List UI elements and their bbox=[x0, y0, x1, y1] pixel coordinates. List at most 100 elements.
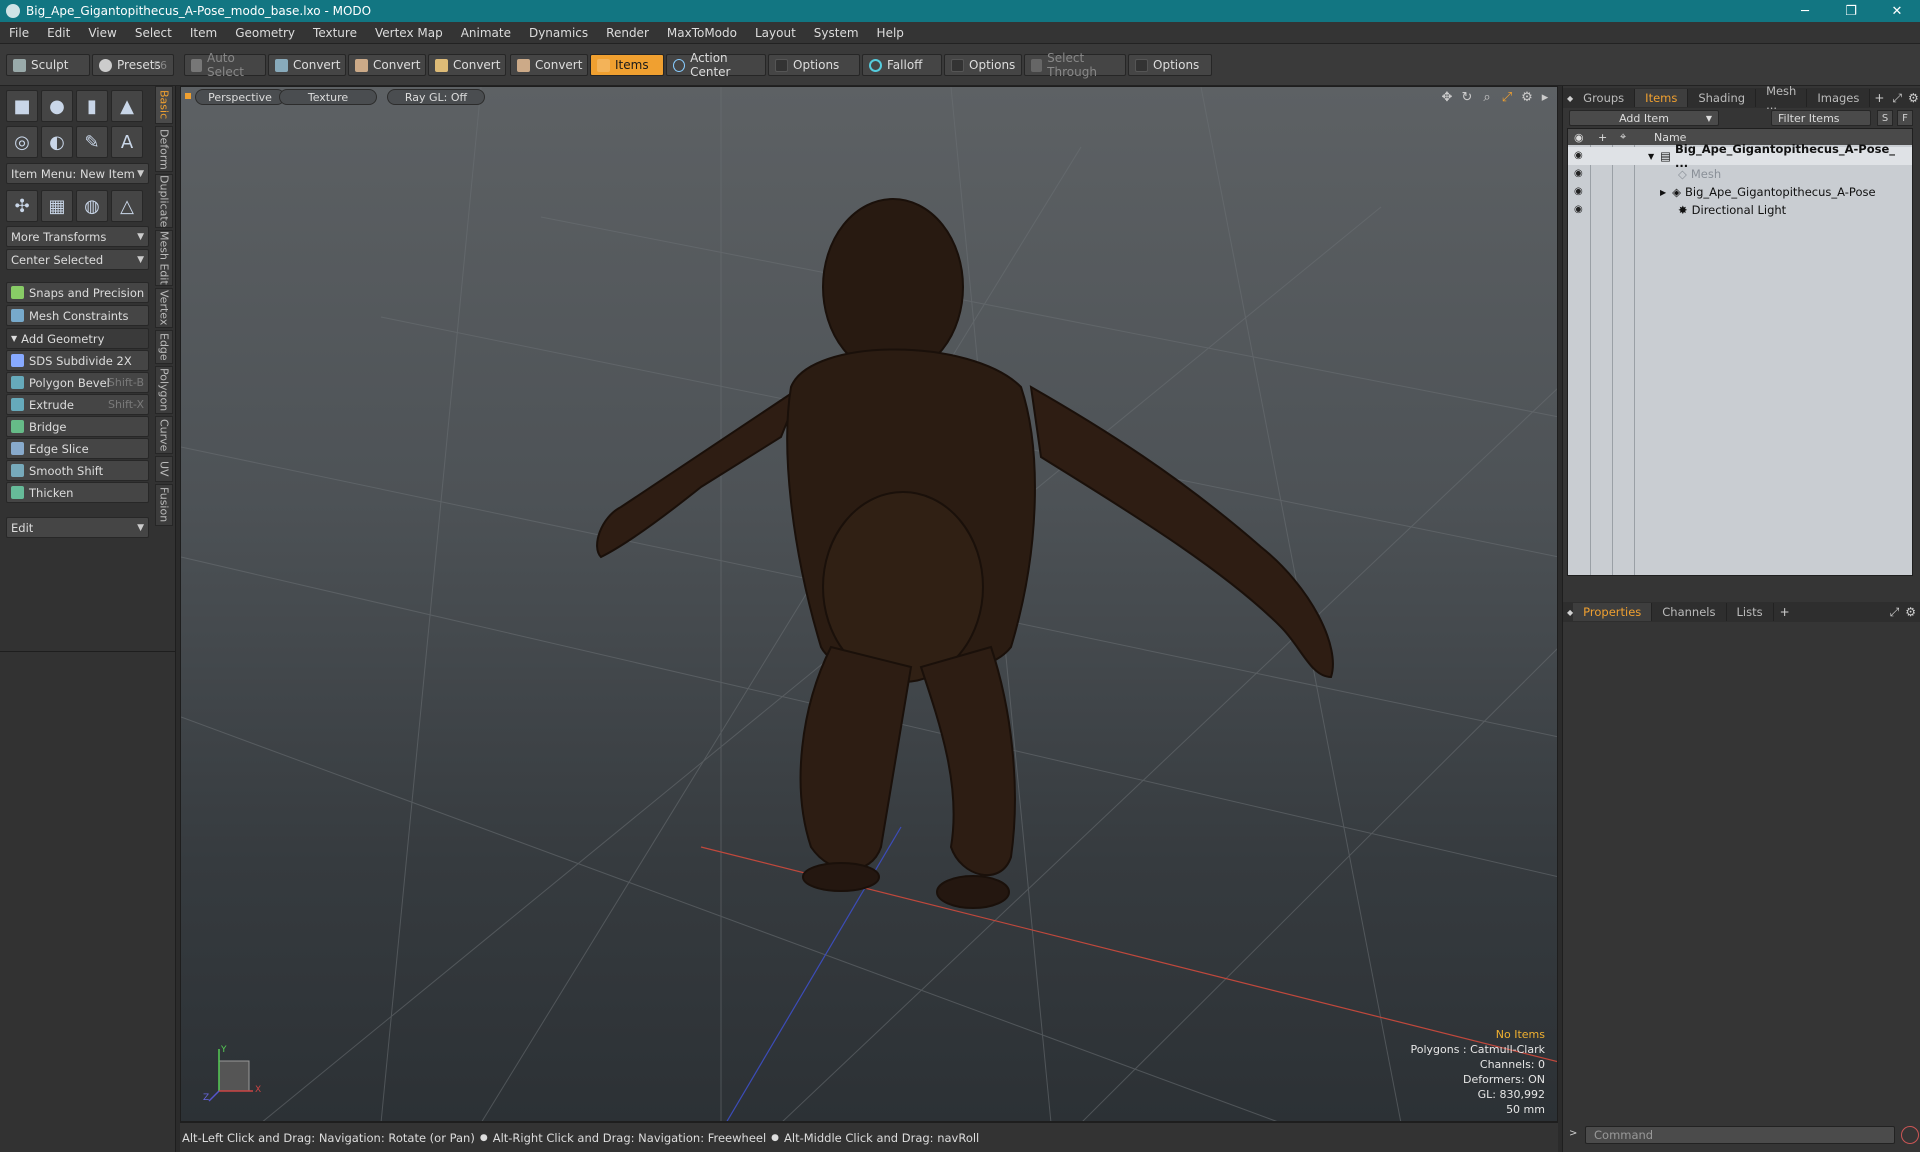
falloff-button[interactable]: Falloff bbox=[862, 54, 942, 76]
item-menu-dropdown[interactable]: Item Menu: New Item ▼ bbox=[6, 163, 149, 184]
thicken-button[interactable]: Thicken bbox=[6, 482, 149, 503]
tab-mesh[interactable]: Mesh ... bbox=[1756, 84, 1808, 112]
list-item[interactable]: ◉ ◇ Mesh bbox=[1568, 165, 1912, 183]
tab-lists[interactable]: Lists bbox=[1727, 603, 1774, 621]
list-item[interactable]: ◉ ✸ Directional Light bbox=[1568, 201, 1912, 219]
menu-maxtomodo[interactable]: MaxToModo bbox=[658, 22, 746, 44]
menu-edit[interactable]: Edit bbox=[38, 22, 79, 44]
options-button-2[interactable]: Options bbox=[944, 54, 1022, 76]
viewport-menu-icon[interactable] bbox=[185, 93, 191, 99]
perspective-tab[interactable]: Perspective bbox=[195, 89, 285, 105]
command-chevron-icon[interactable]: > bbox=[1569, 1128, 1577, 1139]
items-mode-button[interactable]: Items bbox=[590, 54, 664, 76]
tab-vertex[interactable]: Vertex bbox=[155, 288, 173, 328]
convert-button-2[interactable]: Convert bbox=[348, 54, 426, 76]
filter-f-button[interactable]: F bbox=[1897, 110, 1913, 126]
add-geometry-header[interactable]: ▼ Add Geometry bbox=[6, 328, 149, 349]
tab-uv[interactable]: UV bbox=[155, 456, 173, 482]
close-button[interactable]: ✕ bbox=[1874, 0, 1920, 22]
fit-icon[interactable]: ⤢ bbox=[1499, 89, 1515, 105]
texture-tab[interactable]: Texture bbox=[279, 89, 377, 105]
gear-icon[interactable]: ⚙ bbox=[1908, 91, 1919, 105]
text-icon[interactable]: A bbox=[111, 126, 143, 158]
minimize-button[interactable]: ─ bbox=[1782, 0, 1828, 22]
polygon-bevel-button[interactable]: Polygon Bevel Shift-B bbox=[6, 372, 149, 393]
chevron-right-icon[interactable]: ▸ bbox=[1537, 89, 1553, 105]
snaps-precision-button[interactable]: Snaps and Precision bbox=[6, 282, 149, 303]
select-through-button[interactable]: Select Through bbox=[1024, 51, 1126, 79]
convert-button-1[interactable]: Convert bbox=[268, 54, 346, 76]
edit-dropdown[interactable]: Edit ▼ bbox=[6, 517, 149, 538]
options-button-1[interactable]: Options bbox=[768, 54, 860, 76]
globe-icon[interactable]: ◍ bbox=[76, 190, 108, 222]
transform-icon[interactable]: ✣ bbox=[6, 190, 38, 222]
tab-polygon[interactable]: Polygon bbox=[155, 366, 173, 414]
filter-items-input[interactable]: Filter Items bbox=[1771, 110, 1871, 126]
list-item[interactable]: ◉ ▼ ▤ Big_Ape_Gigantopithecus_A-Pose_ ... bbox=[1568, 142, 1912, 170]
lock-icon[interactable]: + bbox=[1598, 131, 1607, 144]
menu-animate[interactable]: Animate bbox=[452, 22, 520, 44]
pyramid-icon[interactable]: △ bbox=[111, 190, 143, 222]
tab-properties[interactable]: Properties bbox=[1573, 603, 1653, 621]
more-transforms-dropdown[interactable]: More Transforms ▼ bbox=[6, 226, 149, 247]
maximize-button[interactable]: ❐ bbox=[1828, 0, 1874, 22]
render-icon[interactable]: ⌖ bbox=[1620, 130, 1626, 144]
triangle-right-icon[interactable]: ▶ bbox=[1660, 188, 1666, 197]
add-item-dropdown[interactable]: Add Item ▼ bbox=[1569, 110, 1719, 126]
tab-edge[interactable]: Edge bbox=[155, 330, 173, 364]
tab-duplicate[interactable]: Duplicate bbox=[155, 174, 173, 228]
capsule-icon[interactable]: ◐ bbox=[41, 126, 73, 158]
convert-button-3[interactable]: Convert bbox=[428, 54, 506, 76]
tab-shading[interactable]: Shading bbox=[1688, 89, 1757, 107]
gear-icon[interactable]: ⚙ bbox=[1519, 89, 1535, 105]
presets-button[interactable]: Presets F6 bbox=[92, 54, 174, 76]
menu-view[interactable]: View bbox=[79, 22, 125, 44]
tab-fusion[interactable]: Fusion bbox=[155, 484, 173, 526]
tab-groups[interactable]: Groups bbox=[1573, 89, 1636, 107]
edge-slice-button[interactable]: Edge Slice bbox=[6, 438, 149, 459]
tab-curve[interactable]: Curve bbox=[155, 416, 173, 454]
tab-channels[interactable]: Channels bbox=[1652, 603, 1727, 621]
tab-deform[interactable]: Deform bbox=[155, 126, 173, 172]
smooth-shift-button[interactable]: Smooth Shift bbox=[6, 460, 149, 481]
center-selected-dropdown[interactable]: Center Selected ▼ bbox=[6, 249, 149, 270]
sculpt-button[interactable]: Sculpt bbox=[6, 54, 90, 76]
ape-model[interactable] bbox=[596, 198, 1334, 909]
menu-dynamics[interactable]: Dynamics bbox=[520, 22, 597, 44]
menu-geometry[interactable]: Geometry bbox=[226, 22, 304, 44]
add-tab-icon[interactable]: + bbox=[1874, 91, 1884, 105]
action-center-button[interactable]: Action Center bbox=[666, 51, 766, 79]
auto-select-button[interactable]: Auto Select bbox=[184, 51, 266, 79]
menu-help[interactable]: Help bbox=[868, 22, 913, 44]
eye-icon[interactable]: ◉ bbox=[1574, 131, 1584, 144]
menu-vertex-map[interactable]: Vertex Map bbox=[366, 22, 452, 44]
options-button-3[interactable]: Options bbox=[1128, 54, 1212, 76]
cube-icon[interactable]: ■ bbox=[6, 90, 38, 122]
menu-layout[interactable]: Layout bbox=[746, 22, 805, 44]
cone-icon[interactable]: ▲ bbox=[111, 90, 143, 122]
rotate-icon[interactable]: ↻ bbox=[1459, 89, 1475, 105]
tab-mesh-edit[interactable]: Mesh Edit bbox=[155, 230, 173, 286]
triangle-down-icon[interactable]: ▼ bbox=[1648, 152, 1654, 161]
cylinder-icon[interactable]: ▮ bbox=[76, 90, 108, 122]
menu-file[interactable]: File bbox=[0, 22, 38, 44]
menu-render[interactable]: Render bbox=[597, 22, 658, 44]
eye-icon[interactable]: ◉ bbox=[1574, 168, 1586, 180]
eye-icon[interactable]: ◉ bbox=[1574, 204, 1586, 216]
menu-item[interactable]: Item bbox=[181, 22, 226, 44]
item-list[interactable]: ◉ + ⌖ Name ◉ ▼ ▤ Big_Ape_Gigantopithecus_A… bbox=[1567, 128, 1913, 576]
expand-icon[interactable]: ⤢ bbox=[1890, 605, 1900, 620]
eye-icon[interactable]: ◉ bbox=[1574, 150, 1586, 162]
extrude-button[interactable]: Extrude Shift-X bbox=[6, 394, 149, 415]
convert-button-4[interactable]: Convert bbox=[510, 54, 588, 76]
torus-icon[interactable]: ◎ bbox=[6, 126, 38, 158]
filter-s-button[interactable]: S bbox=[1877, 110, 1893, 126]
expand-icon[interactable]: ⤢ bbox=[1892, 91, 1902, 106]
sphere-icon[interactable]: ● bbox=[41, 90, 73, 122]
3d-viewport[interactable]: Y X Z Perspective Texture Ray GL: Off ✥ … bbox=[180, 86, 1558, 1122]
tab-items[interactable]: Items bbox=[1635, 89, 1689, 107]
bridge-button[interactable]: Bridge bbox=[6, 416, 149, 437]
list-item[interactable]: ◉ ▶ ◈ Big_Ape_Gigantopithecus_A-Pose bbox=[1568, 183, 1912, 201]
pen-icon[interactable]: ✎ bbox=[76, 126, 108, 158]
command-input[interactable]: Command bbox=[1585, 1126, 1895, 1144]
